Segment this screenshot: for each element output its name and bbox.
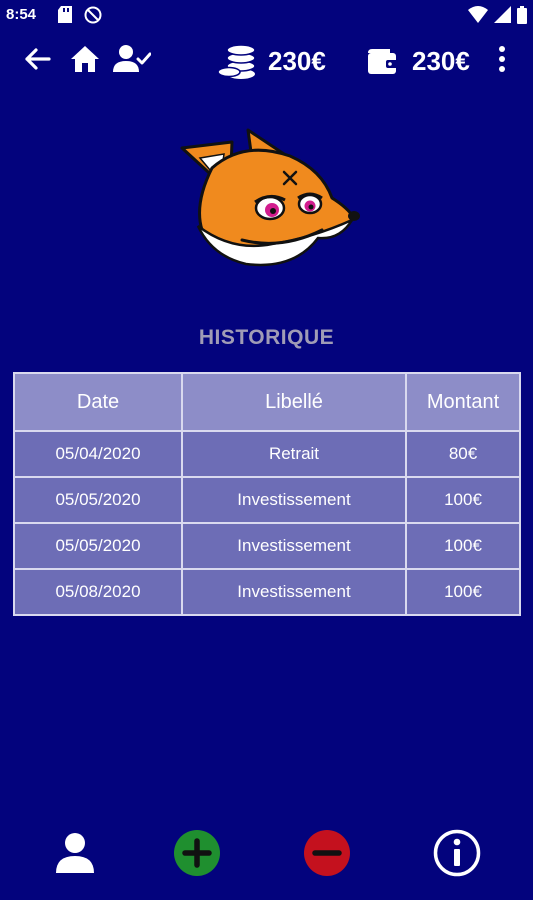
table-row: 05/08/2020 Investissement 100€ bbox=[13, 568, 521, 616]
cell-label: Investissement bbox=[181, 522, 407, 570]
overflow-menu-button[interactable] bbox=[494, 44, 510, 78]
column-header-amount: Montant bbox=[405, 372, 521, 432]
status-time: 8:54 bbox=[6, 6, 37, 23]
table-row: 05/05/2020 Investissement 100€ bbox=[13, 522, 521, 570]
sd-card-icon bbox=[58, 6, 72, 28]
cell-amount: 100€ bbox=[405, 476, 521, 524]
history-title: HISTORIQUE bbox=[198, 326, 335, 349]
profile-button[interactable] bbox=[48, 828, 102, 882]
home-icon bbox=[70, 45, 100, 78]
coins-amount: 230€ bbox=[268, 46, 326, 76]
person-icon bbox=[55, 832, 95, 879]
wallet-icon bbox=[364, 44, 400, 78]
cell-date: 05/08/2020 bbox=[13, 568, 183, 616]
user-check-button[interactable] bbox=[112, 44, 152, 78]
history-table: Date Libellé Montant 05/04/2020 Retrait … bbox=[13, 372, 521, 616]
cell-label: Investissement bbox=[181, 476, 407, 524]
cell-date: 05/04/2020 bbox=[13, 430, 183, 478]
cell-label: Retrait bbox=[181, 430, 407, 478]
more-vert-icon bbox=[498, 45, 506, 77]
table-header-row: Date Libellé Montant bbox=[13, 372, 521, 432]
info-icon bbox=[432, 828, 482, 883]
cell-amount: 80€ bbox=[405, 430, 521, 478]
signal-icon bbox=[494, 6, 511, 28]
minus-circle-icon bbox=[302, 828, 352, 883]
column-header-label: Libellé bbox=[181, 372, 407, 432]
bottom-nav bbox=[0, 828, 533, 888]
wallet-amount: 230€ bbox=[412, 46, 470, 76]
add-button[interactable] bbox=[170, 828, 224, 882]
cell-amount: 100€ bbox=[405, 522, 521, 570]
info-button[interactable] bbox=[430, 828, 484, 882]
cell-date: 05/05/2020 bbox=[13, 522, 183, 570]
cell-date: 05/05/2020 bbox=[13, 476, 183, 524]
status-bar: 8:54 bbox=[0, 0, 533, 30]
arrow-left-icon bbox=[23, 47, 51, 76]
wifi-icon bbox=[468, 6, 488, 28]
table-row: 05/04/2020 Retrait 80€ bbox=[13, 430, 521, 478]
back-button[interactable] bbox=[22, 44, 52, 78]
plus-circle-icon bbox=[172, 828, 222, 883]
table-row: 05/05/2020 Investissement 100€ bbox=[13, 476, 521, 524]
fox-logo bbox=[172, 122, 364, 272]
cell-amount: 100€ bbox=[405, 568, 521, 616]
column-header-date: Date bbox=[13, 372, 183, 432]
battery-icon bbox=[517, 6, 527, 29]
user-check-icon bbox=[113, 44, 152, 79]
remove-button[interactable] bbox=[300, 828, 354, 882]
blocked-icon bbox=[84, 6, 102, 29]
cell-label: Investissement bbox=[181, 568, 407, 616]
app-bar: 230€ 230€ bbox=[0, 36, 533, 88]
home-button[interactable] bbox=[68, 44, 102, 78]
coins-stack-icon bbox=[216, 40, 260, 82]
